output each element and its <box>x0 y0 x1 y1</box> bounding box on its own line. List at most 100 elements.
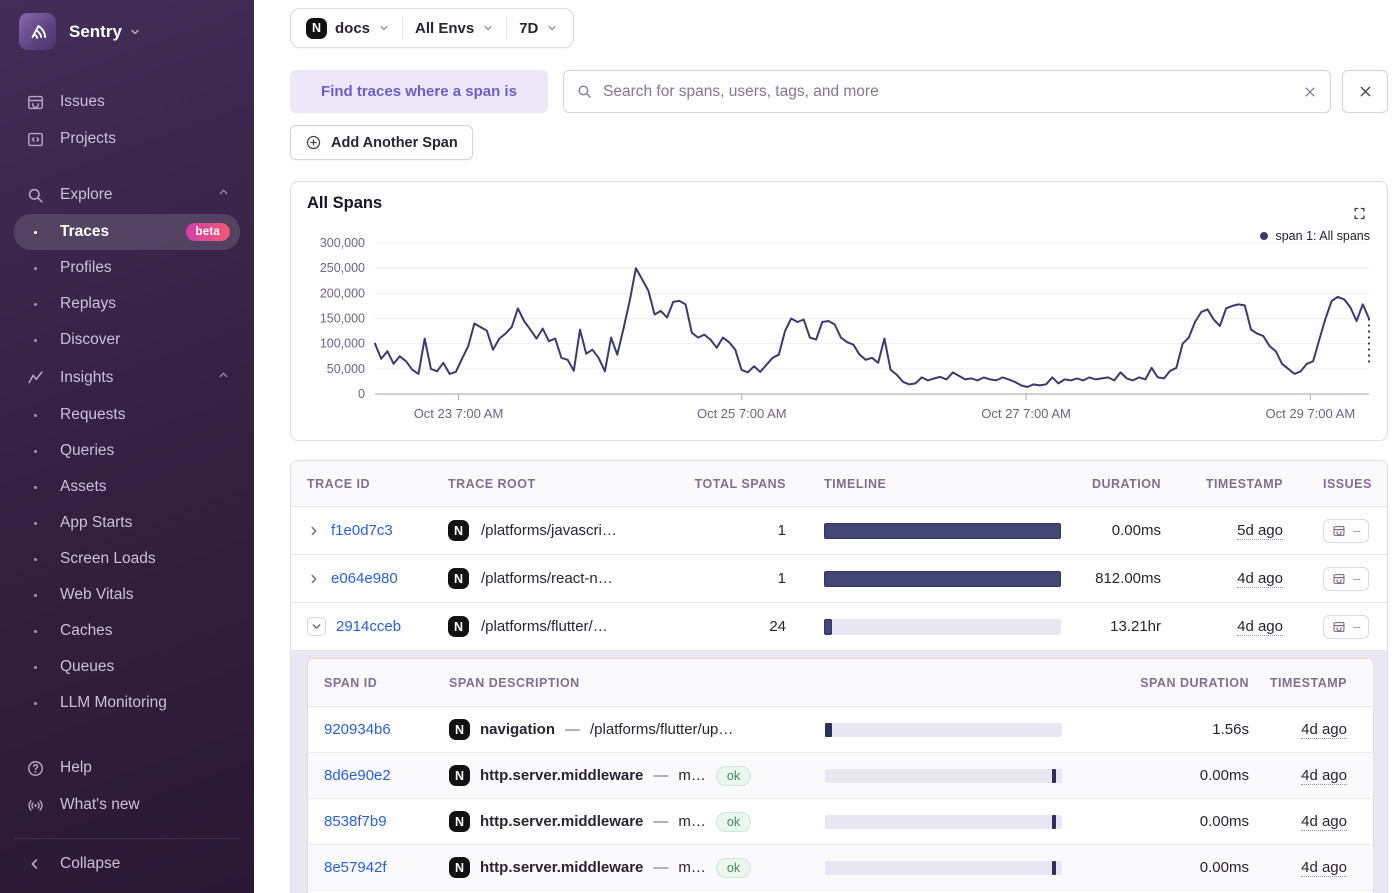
collapse-icon <box>23 856 47 872</box>
bullet-icon <box>23 558 47 561</box>
help-icon <box>23 759 47 778</box>
sidebar-item-profiles[interactable]: Profiles <box>14 250 240 286</box>
sidebar-item-help[interactable]: Help <box>14 750 240 786</box>
sidebar-item-llm-monitoring[interactable]: LLM Monitoring <box>14 685 240 721</box>
span-timeline-marker <box>1052 861 1056 875</box>
span-search-box[interactable] <box>563 70 1331 113</box>
table-row: e064e980 N/platforms/react-n… 1 812.00ms… <box>291 555 1387 603</box>
timestamp[interactable]: 4d ago <box>1301 721 1347 739</box>
timeline-bar <box>824 523 1061 539</box>
issues-button[interactable]: – <box>1323 567 1369 591</box>
sidebar-item-app-starts[interactable]: App Starts <box>14 505 240 541</box>
trace-id-link[interactable]: f1e0d7c3 <box>331 522 393 539</box>
environment-selector[interactable]: All Envs <box>415 20 494 37</box>
chevron-up-icon <box>217 186 230 204</box>
span-duration: 0.00ms <box>1062 813 1249 830</box>
sidebar-section-insights[interactable]: Insights <box>14 360 240 396</box>
sidebar-item-queues[interactable]: Queues <box>14 649 240 685</box>
sidebar-item-web-vitals[interactable]: Web Vitals <box>14 577 240 613</box>
svg-text:150,000: 150,000 <box>320 312 365 326</box>
span-duration: 0.00ms <box>1062 859 1249 876</box>
issues-icon <box>1332 524 1346 538</box>
nextjs-icon: N <box>448 520 469 541</box>
span-duration: 0.00ms <box>1062 767 1249 784</box>
sidebar-item-caches[interactable]: Caches <box>14 613 240 649</box>
issues-button[interactable]: – <box>1323 519 1369 543</box>
add-another-span-button[interactable]: Add Another Span <box>290 125 473 160</box>
date-range-value: 7D <box>519 20 538 37</box>
sidebar-item-replays[interactable]: Replays <box>14 286 240 322</box>
projects-icon <box>23 130 47 149</box>
timestamp[interactable]: 5d ago <box>1237 522 1283 540</box>
nextjs-icon: N <box>449 811 470 832</box>
page-filter-bar: N docs All Envs 7D <box>290 8 574 48</box>
timestamp[interactable]: 4d ago <box>1237 618 1283 636</box>
status-badge: ok <box>716 812 751 832</box>
issues-icon <box>1332 620 1346 634</box>
span-search-input[interactable] <box>603 83 1292 101</box>
timestamp[interactable]: 4d ago <box>1237 570 1283 588</box>
traces-table-header: TRACE ID TRACE ROOT TOTAL SPANS TIMELINE… <box>291 461 1387 507</box>
close-icon <box>1357 83 1374 100</box>
nextjs-icon: N <box>448 616 469 637</box>
span-id-link[interactable]: 920934b6 <box>324 721 391 738</box>
timestamp[interactable]: 4d ago <box>1301 813 1347 831</box>
span-timeline-bar <box>825 723 1062 737</box>
span-row: 8538f7b9 N http.server.middleware — m… o… <box>308 799 1373 845</box>
remove-span-filter-button[interactable] <box>1342 70 1388 113</box>
span-timeline-bar <box>825 815 1062 829</box>
timestamp[interactable]: 4d ago <box>1301 859 1347 877</box>
search-icon <box>23 186 47 205</box>
sidebar-item-assets[interactable]: Assets <box>14 469 240 505</box>
span-row: 920934b6 N navigation — /platforms/flutt… <box>308 707 1373 753</box>
bullet-icon <box>23 666 47 669</box>
span-op: http.server.middleware <box>480 813 643 830</box>
sidebar-item-label: App Starts <box>60 514 132 532</box>
search-icon <box>576 83 593 100</box>
sidebar-item-queries[interactable]: Queries <box>14 433 240 469</box>
trace-id-link[interactable]: e064e980 <box>331 570 398 587</box>
trace-root: /platforms/javascri… <box>481 522 617 539</box>
sidebar-item-label: Projects <box>60 130 116 148</box>
span-id-link[interactable]: 8d6e90e2 <box>324 767 391 784</box>
section-label: Insights <box>60 369 113 387</box>
sidebar-item-whats-new[interactable]: What's new <box>14 787 240 823</box>
collapse-chevron-down-icon[interactable] <box>307 617 326 636</box>
expand-chevron-right-icon[interactable] <box>307 572 321 586</box>
timestamp[interactable]: 4d ago <box>1301 767 1347 785</box>
sidebar-item-traces[interactable]: Traces beta <box>14 214 240 250</box>
sidebar-item-requests[interactable]: Requests <box>14 397 240 433</box>
sidebar-item-discover[interactable]: Discover <box>14 322 240 358</box>
span-id-link[interactable]: 8e57942f <box>324 859 387 876</box>
separator: — <box>565 721 580 738</box>
sidebar-item-screen-loads[interactable]: Screen Loads <box>14 541 240 577</box>
sidebar-item-label: Caches <box>60 622 113 640</box>
chevron-down-icon <box>546 22 558 34</box>
clear-search-icon[interactable] <box>1302 84 1318 100</box>
duration: 0.00ms <box>1061 522 1161 539</box>
org-name: Sentry <box>69 22 122 42</box>
svg-text:Oct 27 7:00 AM: Oct 27 7:00 AM <box>981 406 1071 421</box>
trace-id-link[interactable]: 2914cceb <box>336 618 401 635</box>
sidebar-section-explore[interactable]: Explore <box>14 177 240 213</box>
sidebar-collapse-button[interactable]: Collapse <box>14 846 240 882</box>
nextjs-icon: N <box>306 18 327 39</box>
sidebar-item-label: Queues <box>60 658 114 676</box>
svg-text:200,000: 200,000 <box>320 286 365 300</box>
duration: 812.00ms <box>1061 570 1161 587</box>
sidebar-item-projects[interactable]: Projects <box>14 121 240 157</box>
chevron-down-icon <box>129 26 141 38</box>
environment-value: All Envs <box>415 20 474 37</box>
divider <box>506 17 507 39</box>
span-id-link[interactable]: 8538f7b9 <box>324 813 387 830</box>
org-switcher[interactable]: Sentry <box>19 13 240 50</box>
date-range-selector[interactable]: 7D <box>519 20 558 37</box>
expand-chevron-right-icon[interactable] <box>307 524 321 538</box>
issues-button[interactable]: – <box>1323 615 1369 639</box>
fullscreen-icon[interactable] <box>1352 206 1367 221</box>
separator: — <box>653 859 668 876</box>
sidebar-item-issues[interactable]: Issues <box>14 84 240 120</box>
project-selector[interactable]: N docs <box>306 18 390 39</box>
bullet-icon <box>23 594 47 597</box>
sentry-logo-icon <box>19 13 56 50</box>
